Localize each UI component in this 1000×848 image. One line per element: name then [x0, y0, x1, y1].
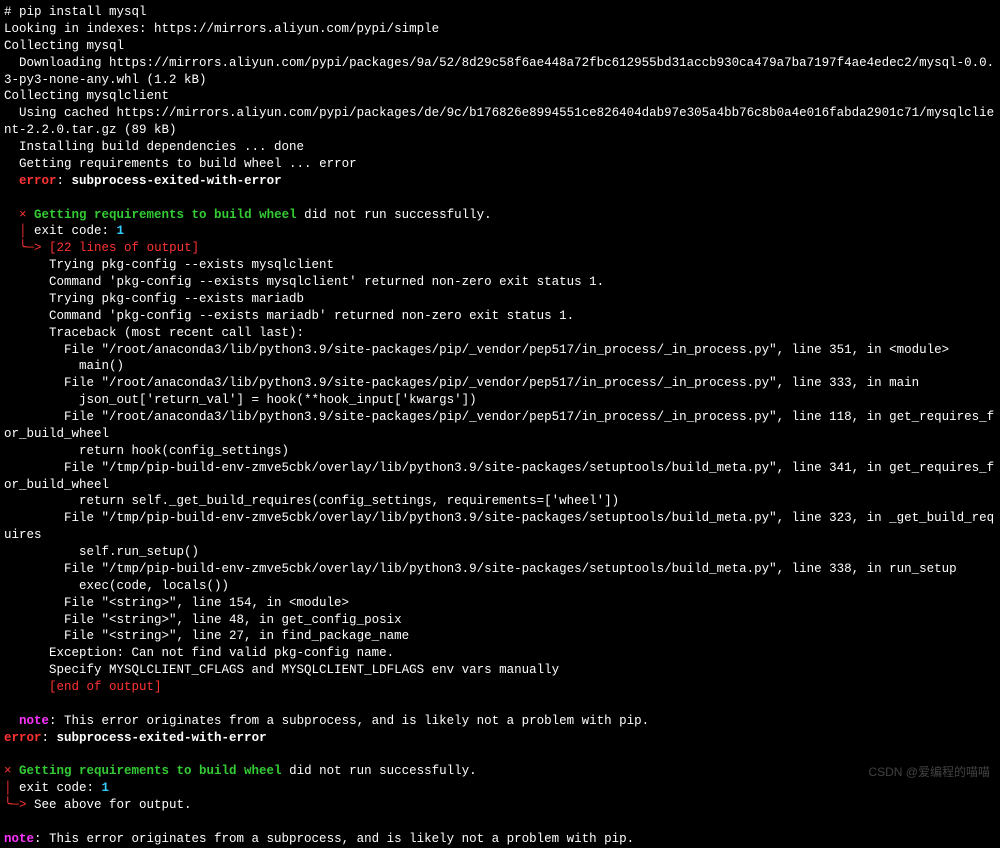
- output-line: Collecting mysql: [4, 38, 996, 55]
- traceback-line: main(): [4, 358, 996, 375]
- traceback-line: File "<string>", line 27, in find_packag…: [4, 628, 996, 645]
- traceback-line: Command 'pkg-config --exists mariadb' re…: [4, 308, 996, 325]
- traceback-line: Exception: Can not find valid pkg-config…: [4, 645, 996, 662]
- traceback-line: json_out['return_val'] = hook(**hook_inp…: [4, 392, 996, 409]
- error-block-header: × Getting requirements to build wheel di…: [4, 763, 996, 780]
- end-of-output: [end of output]: [4, 679, 996, 696]
- traceback-line: File "<string>", line 154, in <module>: [4, 595, 996, 612]
- traceback-line: Trying pkg-config --exists mariadb: [4, 291, 996, 308]
- note-label: note: [4, 714, 49, 728]
- error-label: error: [4, 174, 57, 188]
- watermark: CSDN @爱编程的喵喵: [868, 764, 990, 780]
- output-line: Collecting mysqlclient: [4, 88, 996, 105]
- error-line: error: subprocess-exited-with-error: [4, 730, 996, 747]
- traceback-line: File "/tmp/pip-build-env-zmve5cbk/overla…: [4, 460, 996, 494]
- exit-code: 1: [117, 224, 125, 238]
- traceback-line: File "/root/anaconda3/lib/python3.9/site…: [4, 409, 996, 443]
- exit-code-line: │ exit code: 1: [4, 223, 996, 240]
- traceback-line: File "/tmp/pip-build-env-zmve5cbk/overla…: [4, 561, 996, 578]
- traceback-line: return self._get_build_requires(config_s…: [4, 493, 996, 510]
- error-title: Getting requirements to build wheel: [27, 208, 297, 222]
- output-count-line: ╰─> [22 lines of output]: [4, 240, 996, 257]
- traceback-line: Specify MYSQLCLIENT_CFLAGS and MYSQLCLIE…: [4, 662, 996, 679]
- error-message: subprocess-exited-with-error: [72, 174, 282, 188]
- traceback-line: Traceback (most recent call last):: [4, 325, 996, 342]
- command-line: # pip install mysql: [4, 4, 996, 21]
- traceback-line: self.run_setup(): [4, 544, 996, 561]
- traceback-line: Command 'pkg-config --exists mysqlclient…: [4, 274, 996, 291]
- exit-code: 1: [102, 781, 110, 795]
- terminal-output: # pip install mysql Looking in indexes: …: [4, 4, 996, 848]
- traceback-line: File "/tmp/pip-build-env-zmve5cbk/overla…: [4, 510, 996, 544]
- output-line: Getting requirements to build wheel ... …: [4, 156, 996, 173]
- error-block-header: × Getting requirements to build wheel di…: [4, 207, 996, 224]
- exit-code-line: │ exit code: 1: [4, 780, 996, 797]
- traceback-line: File "/root/anaconda3/lib/python3.9/site…: [4, 342, 996, 359]
- note-line: note: This error originates from a subpr…: [4, 831, 996, 848]
- error-message: subprocess-exited-with-error: [57, 731, 267, 745]
- traceback-line: File "<string>", line 48, in get_config_…: [4, 612, 996, 629]
- traceback-line: File "/root/anaconda3/lib/python3.9/site…: [4, 375, 996, 392]
- see-above-line: ╰─> See above for output.: [4, 797, 996, 814]
- traceback-line: exec(code, locals()): [4, 578, 996, 595]
- error-line: error: subprocess-exited-with-error: [4, 173, 996, 190]
- cross-icon: ×: [4, 208, 27, 222]
- error-title: Getting requirements to build wheel: [12, 764, 282, 778]
- output-line: Downloading https://mirrors.aliyun.com/p…: [4, 55, 996, 89]
- note-label: note: [4, 832, 34, 846]
- output-line: Looking in indexes: https://mirrors.aliy…: [4, 21, 996, 38]
- error-label: error: [4, 731, 42, 745]
- traceback-line: Trying pkg-config --exists mysqlclient: [4, 257, 996, 274]
- traceback-line: return hook(config_settings): [4, 443, 996, 460]
- output-line: Installing build dependencies ... done: [4, 139, 996, 156]
- cross-icon: ×: [4, 764, 12, 778]
- output-line: Using cached https://mirrors.aliyun.com/…: [4, 105, 996, 139]
- note-line: note: This error originates from a subpr…: [4, 713, 996, 730]
